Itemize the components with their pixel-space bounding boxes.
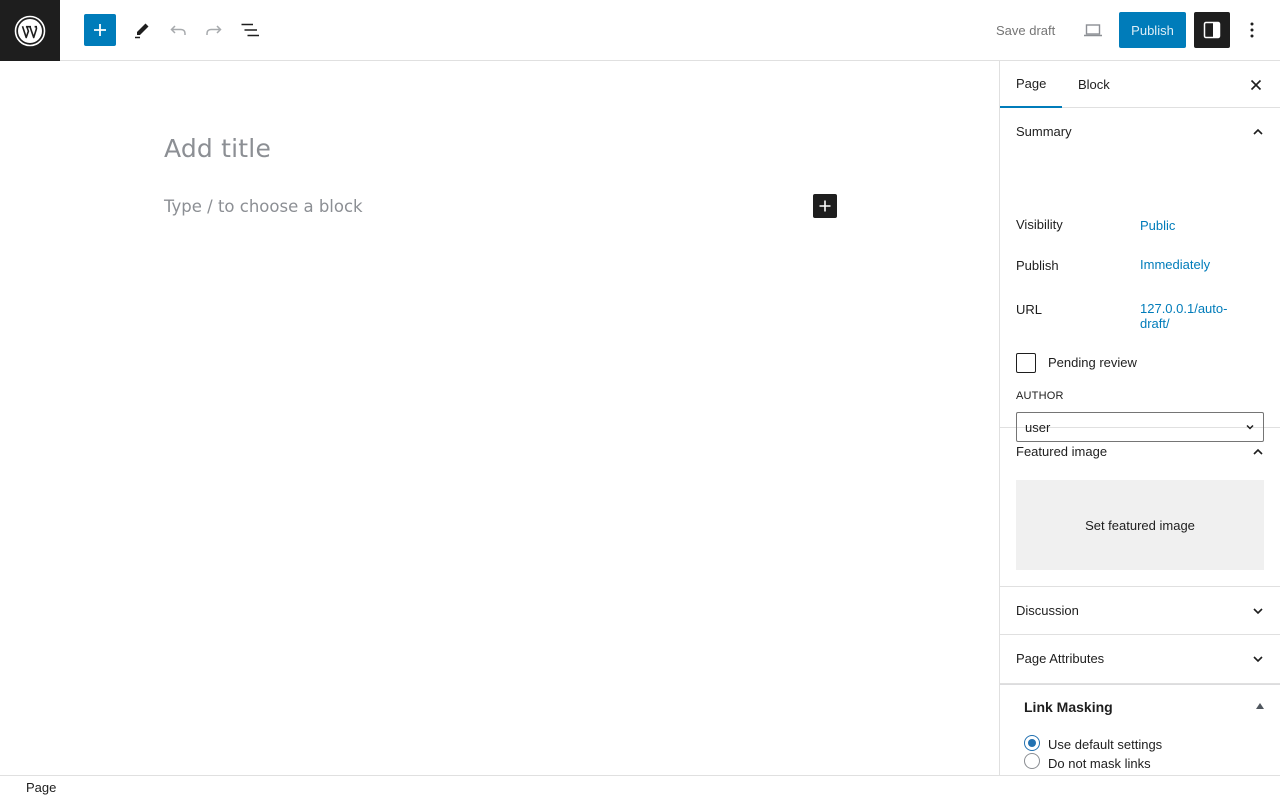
options-button[interactable] bbox=[1236, 14, 1268, 46]
publish-date-toggle[interactable]: Immediately bbox=[1140, 257, 1210, 272]
preview-button[interactable] bbox=[1077, 14, 1109, 46]
featured-image-panel-title: Featured image bbox=[1016, 444, 1108, 459]
tab-block[interactable]: Block bbox=[1062, 61, 1126, 108]
discussion-panel-title: Discussion bbox=[1016, 603, 1079, 618]
page-attributes-panel-title: Page Attributes bbox=[1016, 651, 1105, 666]
visibility-label: Visibility bbox=[1016, 217, 1063, 232]
pending-review-label: Pending review bbox=[1048, 355, 1137, 370]
block-inserter-button[interactable] bbox=[84, 14, 116, 46]
list-view-icon bbox=[241, 23, 259, 37]
editor-canvas: Add title Type / to choose a block bbox=[0, 61, 999, 775]
use-default-settings-radio[interactable] bbox=[1024, 735, 1040, 751]
page-attributes-panel: Page Attributes bbox=[1000, 635, 1280, 684]
featured-image-panel: Featured image Set featured image bbox=[1000, 428, 1280, 587]
collapse-arrow-icon[interactable] bbox=[1256, 703, 1264, 709]
settings-sidebar: Page Block Summary Visibility Public Pub… bbox=[999, 61, 1280, 775]
visibility-toggle[interactable]: Public bbox=[1140, 218, 1175, 233]
chevron-up-icon bbox=[1253, 128, 1263, 135]
url-value-line2: draft/ bbox=[1140, 316, 1170, 331]
use-default-settings-label: Use default settings bbox=[1048, 737, 1163, 752]
set-featured-image-button[interactable]: Set featured image bbox=[1016, 480, 1264, 570]
sidebar-toggle-icon bbox=[1203, 21, 1221, 39]
editor-footer: Page bbox=[0, 775, 1280, 800]
summary-panel-toggle[interactable]: Summary bbox=[1000, 108, 1280, 155]
do-not-mask-links-radio[interactable] bbox=[1024, 753, 1040, 769]
summary-panel-title: Summary bbox=[1016, 124, 1072, 139]
summary-panel: Summary Visibility Public Publish Immedi… bbox=[1000, 108, 1280, 442]
block-breadcrumb[interactable]: Page bbox=[26, 780, 56, 795]
chevron-down-icon bbox=[1253, 655, 1263, 662]
discussion-panel-toggle[interactable]: Discussion bbox=[1000, 587, 1280, 634]
plus-icon bbox=[94, 24, 106, 36]
default-block-appender[interactable]: Type / to choose a block bbox=[164, 197, 363, 216]
link-masking-title: Link Masking bbox=[1024, 699, 1113, 715]
redo-icon bbox=[206, 25, 222, 35]
link-masking-metabox: Link Masking Use default settings Do not… bbox=[1000, 684, 1280, 775]
close-sidebar-button[interactable] bbox=[1244, 73, 1268, 97]
url-toggle[interactable]: 127.0.0.1/auto- draft/ bbox=[1140, 301, 1227, 331]
undo-button[interactable] bbox=[162, 14, 194, 46]
pencil-icon bbox=[135, 23, 149, 39]
close-icon bbox=[1250, 79, 1262, 91]
save-draft-button[interactable]: Save draft bbox=[984, 14, 1067, 46]
chevron-down-icon bbox=[1253, 607, 1263, 614]
page-attributes-panel-toggle[interactable]: Page Attributes bbox=[1000, 635, 1280, 682]
inline-inserter-button[interactable] bbox=[813, 194, 837, 218]
sidebar-tabs: Page Block bbox=[1000, 61, 1280, 108]
desktop-preview-icon bbox=[1084, 24, 1102, 37]
author-label: AUTHOR bbox=[1016, 390, 1064, 402]
wordpress-logo-icon bbox=[14, 15, 46, 46]
editor-header: Save draft Publish bbox=[0, 0, 1280, 61]
list-view-button[interactable] bbox=[234, 14, 266, 46]
discussion-panel: Discussion bbox=[1000, 587, 1280, 635]
post-title-input[interactable]: Add title bbox=[164, 134, 271, 163]
url-label: URL bbox=[1016, 302, 1043, 317]
do-not-mask-links-label: Do not mask links bbox=[1048, 756, 1151, 771]
url-value-line1: 127.0.0.1/auto- bbox=[1140, 301, 1228, 316]
wordpress-logo-button[interactable] bbox=[0, 0, 60, 61]
publish-button[interactable]: Publish bbox=[1119, 12, 1186, 48]
tab-page[interactable]: Page bbox=[1000, 61, 1063, 108]
more-vertical-icon bbox=[1250, 22, 1254, 38]
chevron-up-icon bbox=[1253, 448, 1263, 455]
redo-button[interactable] bbox=[198, 14, 230, 46]
settings-button[interactable] bbox=[1194, 12, 1230, 48]
featured-image-panel-toggle[interactable]: Featured image bbox=[1000, 428, 1280, 475]
tools-button[interactable] bbox=[126, 14, 158, 46]
plus-icon bbox=[819, 200, 831, 212]
publish-label: Publish bbox=[1016, 258, 1059, 273]
pending-review-checkbox[interactable] bbox=[1016, 353, 1036, 373]
undo-icon bbox=[170, 25, 186, 35]
